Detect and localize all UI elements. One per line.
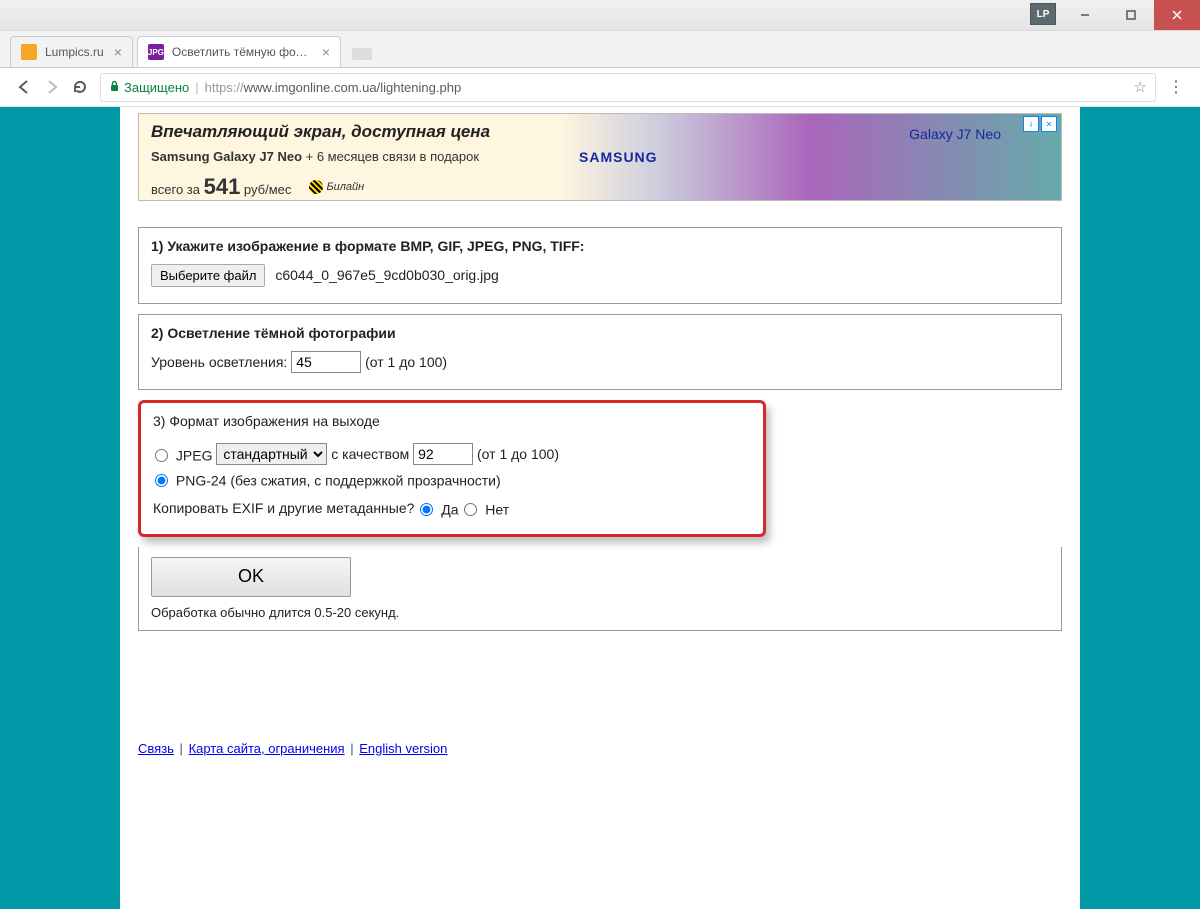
browser-tabs-bar: Lumpics.ru × JPG Осветлить тёмную фото… … (0, 31, 1200, 68)
exif-no-label: Нет (485, 502, 509, 518)
page-scroll-area[interactable]: Впечатляющий экран, доступная цена Samsu… (0, 107, 1200, 909)
exif-question: Копировать EXIF и другие метаданные? (153, 500, 414, 516)
ad-headline: Впечатляющий экран, доступная цена (151, 122, 571, 142)
format-jpeg-radio[interactable] (155, 449, 168, 462)
window-minimize-button[interactable] (1062, 0, 1108, 30)
chosen-filename: c6044_0_967e5_9cd0b030_orig.jpg (275, 267, 498, 283)
lightening-level-hint: (от 1 до 100) (365, 354, 447, 370)
exif-no-radio[interactable] (464, 503, 477, 516)
exif-yes-label: Да (441, 502, 458, 518)
secure-label: Защищено (124, 80, 189, 95)
format-png-label: PNG-24 (без сжатия, с поддержкой прозрач… (176, 472, 501, 488)
step3-panel: 3) Формат изображения на выходе JPEG ста… (138, 400, 766, 537)
ad-line2: всего за 541 руб/мес Билайн (151, 172, 571, 201)
favicon-lumpics (21, 44, 37, 60)
address-bar: Защищено | https://www.imgonline.com.ua/… (0, 68, 1200, 107)
arrow-left-icon (16, 79, 32, 95)
jpeg-quality-input[interactable] (413, 443, 473, 465)
new-tab-button[interactable] (349, 43, 375, 63)
window-maximize-button[interactable] (1108, 0, 1154, 30)
url-text: https://www.imgonline.com.ua/lightening.… (205, 80, 462, 95)
arrow-right-icon (44, 79, 60, 95)
bookmark-star-icon[interactable]: ☆ (1134, 78, 1147, 96)
new-tab-icon (352, 46, 372, 60)
choose-file-button[interactable]: Выберите файл (151, 264, 265, 287)
lightening-level-input[interactable] (291, 351, 361, 373)
lock-icon (109, 80, 120, 95)
footer-sep: | (180, 741, 183, 756)
tab-label: Lumpics.ru (45, 45, 104, 59)
jpeg-mode-select[interactable]: стандартный (216, 443, 327, 465)
browser-menu-button[interactable]: ⋮ (1162, 73, 1190, 101)
step1-panel: 1) Укажите изображение в формате BMP, GI… (138, 227, 1062, 304)
quality-hint: (от 1 до 100) (477, 446, 559, 462)
tab-label: Осветлить тёмную фото… (172, 45, 312, 59)
ad-product: Galaxy J7 Neo (909, 126, 1001, 142)
tab-imgonline[interactable]: JPG Осветлить тёмную фото… × (137, 36, 341, 67)
window-close-button[interactable] (1154, 0, 1200, 30)
footer-link-contact[interactable]: Связь (138, 741, 174, 756)
lp-badge: LP (1030, 3, 1056, 25)
quality-prefix: с качеством (331, 446, 409, 462)
tab-lumpics[interactable]: Lumpics.ru × (10, 36, 133, 67)
submit-panel: OK Обработка обычно длится 0.5-20 секунд… (138, 547, 1062, 631)
format-png-radio[interactable] (155, 474, 168, 487)
favicon-imgonline: JPG (148, 44, 164, 60)
url-input[interactable]: Защищено | https://www.imgonline.com.ua/… (100, 73, 1156, 102)
step2-panel: 2) Осветление тёмной фотографии Уровень … (138, 314, 1062, 390)
maximize-icon (1126, 10, 1136, 20)
window-titlebar: LP (0, 0, 1200, 31)
beeline-logo: Билайн (309, 180, 364, 195)
reload-icon (72, 79, 88, 95)
nav-reload-button[interactable] (66, 73, 94, 101)
close-icon (1172, 10, 1182, 20)
adchoices-close-icon[interactable]: ✕ (1041, 116, 1057, 132)
processing-note: Обработка обычно длится 0.5-20 секунд. (151, 605, 1049, 620)
footer-sep: | (350, 741, 353, 756)
url-separator: | (195, 80, 198, 95)
footer-link-english[interactable]: English version (359, 741, 447, 756)
nav-forward-button[interactable] (38, 73, 66, 101)
exif-yes-radio[interactable] (420, 503, 433, 516)
tab-close-icon[interactable]: × (114, 45, 122, 59)
minimize-icon (1080, 10, 1090, 20)
step3-heading: 3) Формат изображения на выходе (153, 413, 751, 429)
step2-heading: 2) Осветление тёмной фотографии (151, 325, 1049, 341)
ad-banner[interactable]: Впечатляющий экран, доступная цена Samsu… (138, 113, 1062, 201)
samsung-logo: SAMSUNG (579, 149, 658, 165)
step1-heading: 1) Укажите изображение в формате BMP, GI… (151, 238, 1049, 254)
kebab-icon: ⋮ (1168, 77, 1184, 97)
secure-indicator: Защищено (109, 80, 189, 95)
lightening-level-label: Уровень осветления: (151, 354, 287, 370)
tab-close-icon[interactable]: × (322, 45, 330, 59)
ok-button[interactable]: OK (151, 557, 351, 597)
nav-back-button[interactable] (10, 73, 38, 101)
format-jpeg-label: JPEG (176, 447, 213, 463)
footer-links: Связь | Карта сайта, ограничения | Engli… (138, 741, 1062, 756)
footer-link-sitemap[interactable]: Карта сайта, ограничения (189, 741, 345, 756)
ad-line1: Samsung Galaxy J7 Neo + 6 месяцев связи … (151, 148, 571, 166)
adchoices-info-icon[interactable]: i (1023, 116, 1039, 132)
